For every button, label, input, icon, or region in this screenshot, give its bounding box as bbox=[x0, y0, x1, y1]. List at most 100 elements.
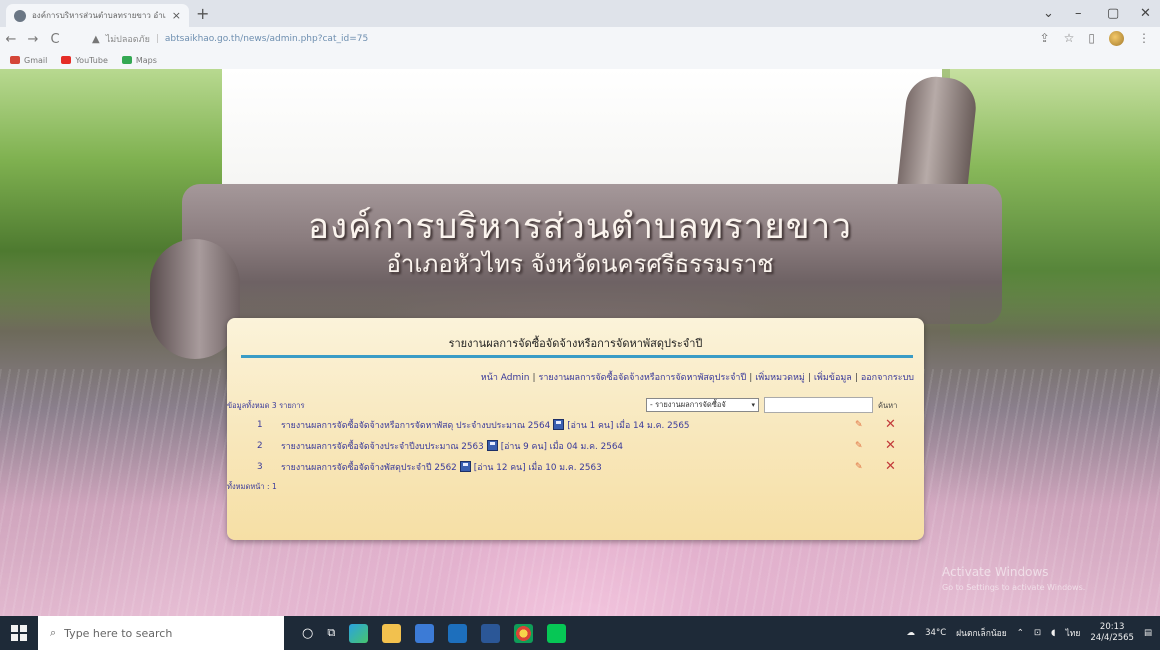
search-button[interactable]: ค้นหา bbox=[878, 400, 897, 412]
clock-date: 24/4/2565 bbox=[1090, 633, 1134, 643]
pagination-text: ทั้งหมดหน้า : 1 bbox=[227, 482, 277, 491]
record-title-link[interactable]: รายงานผลการจัดซื้อจัดจ้างพัสดุประจำปี 25… bbox=[281, 460, 457, 474]
record-count: ข้อมูลทั้งหมด 3 รายการ bbox=[227, 401, 305, 410]
watermark-subtitle: Go to Settings to activate Windows. bbox=[942, 583, 1086, 592]
back-button[interactable]: ← bbox=[0, 32, 22, 47]
search-icon: ⌕ bbox=[50, 626, 57, 639]
edit-icon[interactable]: ✎ bbox=[855, 441, 863, 451]
gmail-icon bbox=[10, 56, 20, 64]
record-meta: [อ่าน 1 คน] เมื่อ 14 ม.ค. 2565 bbox=[567, 420, 690, 431]
row-number: 1 bbox=[257, 419, 263, 430]
heading-divider bbox=[241, 355, 913, 358]
url-text[interactable]: abtsaikhao.go.th/news/admin.php?cat_id=7… bbox=[165, 34, 368, 44]
nav-admin-home[interactable]: หน้า Admin bbox=[481, 373, 530, 383]
save-icon[interactable] bbox=[486, 440, 498, 451]
nav-add-category[interactable]: เพิ่มหมวดหมู่ bbox=[755, 373, 805, 383]
search-input[interactable] bbox=[764, 397, 873, 413]
nav-logout[interactable]: ออกจากระบบ bbox=[861, 373, 914, 383]
pinned-apps: ○ ⧉ bbox=[302, 623, 567, 643]
youtube-icon bbox=[61, 56, 72, 64]
clock[interactable]: 20:13 24/4/2565 bbox=[1090, 622, 1134, 644]
chevron-down-icon: ▾ bbox=[751, 401, 755, 409]
reload-button[interactable]: C bbox=[44, 32, 66, 47]
list-item: 3 รายงานผลการจัดซื้อจัดจ้างพัสดุประจำปี … bbox=[257, 456, 917, 477]
close-tab-icon[interactable]: × bbox=[172, 9, 181, 22]
web-page: องค์การบริหารส่วนตำบลทรายขาว อำเภอหัวไทร… bbox=[0, 69, 1160, 616]
taskbar-search[interactable]: ⌕ Type here to search bbox=[38, 616, 284, 650]
row-number: 3 bbox=[257, 461, 263, 472]
nav-separator: | bbox=[807, 373, 811, 383]
activation-watermark: Activate Windows Go to Settings to activ… bbox=[942, 565, 1085, 595]
bookmark-youtube[interactable]: YouTube bbox=[61, 56, 108, 65]
delete-icon[interactable]: ✕ bbox=[885, 417, 896, 432]
bookmark-maps[interactable]: Maps bbox=[121, 55, 157, 65]
edit-icon[interactable]: ✎ bbox=[855, 462, 863, 472]
browser-tab[interactable]: องค์การบริหารส่วนตำบลทรายขาว อำเภ... × bbox=[6, 4, 189, 27]
row-number: 2 bbox=[257, 440, 263, 451]
cortana-icon[interactable]: ○ bbox=[302, 626, 313, 641]
security-label[interactable]: ไม่ปลอดภัย bbox=[106, 32, 150, 46]
minimize-button[interactable]: – bbox=[1075, 6, 1082, 21]
volume-icon[interactable]: ◖ bbox=[1051, 628, 1055, 638]
side-panel-icon[interactable]: ▯ bbox=[1088, 31, 1095, 46]
nav-report-category[interactable]: รายงานผลการจัดซื้อจัดจ้างหรือการจัดหาพัส… bbox=[539, 373, 747, 383]
task-view-icon[interactable]: ⧉ bbox=[327, 626, 335, 640]
panel-heading: รายงานผลการจัดซื้อจัดจ้างหรือการจัดหาพัส… bbox=[448, 337, 703, 350]
edge-icon[interactable] bbox=[349, 623, 369, 643]
new-tab-button[interactable]: + bbox=[196, 4, 209, 23]
bookmark-label: Maps bbox=[135, 55, 157, 65]
tab-strip: องค์การบริหารส่วนตำบลทรายขาว อำเภ... × +… bbox=[0, 0, 1160, 27]
network-icon[interactable]: ⊡ bbox=[1034, 628, 1041, 638]
tab-search-icon[interactable]: ⌄ bbox=[1043, 6, 1054, 21]
chrome-icon[interactable] bbox=[514, 623, 534, 643]
category-select-value: - รายงานผลการจัดซื้อจั bbox=[650, 400, 726, 409]
star-icon[interactable]: ☆ bbox=[1064, 31, 1075, 46]
share-icon[interactable]: ⇪ bbox=[1040, 31, 1050, 46]
record-meta: [อ่าน 12 คน] เมื่อ 10 ม.ค. 2563 bbox=[473, 462, 602, 473]
clock-time: 20:13 bbox=[1099, 622, 1125, 632]
maps-icon bbox=[121, 56, 132, 64]
taskbar-search-placeholder: Type here to search bbox=[64, 626, 173, 640]
notification-icon[interactable]: ▤ bbox=[1144, 628, 1152, 638]
start-button[interactable] bbox=[0, 616, 38, 650]
list-item: 1 รายงานผลการจัดซื้อจัดจ้างหรือการจัดหาพ… bbox=[257, 414, 917, 435]
browser-toolbar: ← → C ▲ ไม่ปลอดภัย | abtsaikhao.go.th/ne… bbox=[0, 27, 1160, 51]
system-tray: ☁ 34°C ฝนตกเล็กน้อย ⌃ ⊡ ◖ ไทย 20:13 24/4… bbox=[907, 616, 1152, 650]
category-select[interactable]: - รายงานผลการจัดซื้อจั ▾ bbox=[646, 398, 759, 412]
toolbar-actions: ⇪ ☆ ▯ ⋮ bbox=[1040, 31, 1150, 46]
weather-desc[interactable]: ฝนตกเล็กน้อย bbox=[956, 626, 1007, 640]
mail-icon[interactable] bbox=[448, 623, 468, 643]
watermark-title: Activate Windows bbox=[942, 565, 1049, 579]
weather-temp[interactable]: 34°C bbox=[925, 628, 946, 638]
save-icon[interactable] bbox=[459, 461, 471, 472]
word-icon[interactable] bbox=[481, 623, 501, 643]
close-window-button[interactable]: ✕ bbox=[1140, 6, 1151, 21]
bookmark-gmail[interactable]: Gmail bbox=[10, 56, 47, 65]
record-meta: [อ่าน 9 คน] เมื่อ 04 ม.ค. 2564 bbox=[500, 441, 624, 452]
maximize-button[interactable]: ▢ bbox=[1107, 6, 1119, 21]
save-icon[interactable] bbox=[553, 419, 565, 430]
address-bar[interactable]: ▲ ไม่ปลอดภัย | abtsaikhao.go.th/news/adm… bbox=[92, 30, 1042, 48]
admin-panel: รายงานผลการจัดซื้อจัดจ้างหรือการจัดหาพัส… bbox=[227, 318, 924, 540]
profile-avatar[interactable] bbox=[1109, 31, 1124, 46]
warning-icon[interactable]: ▲ bbox=[92, 34, 100, 45]
language-indicator[interactable]: ไทย bbox=[1066, 626, 1081, 640]
forward-button[interactable]: → bbox=[22, 32, 44, 47]
menu-icon[interactable]: ⋮ bbox=[1138, 31, 1150, 46]
delete-icon[interactable]: ✕ bbox=[885, 438, 896, 453]
chevron-up-icon[interactable]: ⌃ bbox=[1017, 628, 1024, 638]
edit-icon[interactable]: ✎ bbox=[855, 420, 863, 430]
bookmarks-bar: Gmail YouTube Maps bbox=[0, 51, 1160, 69]
bookmark-label: YouTube bbox=[75, 55, 108, 65]
delete-icon[interactable]: ✕ bbox=[885, 459, 896, 474]
address-divider: | bbox=[155, 34, 159, 44]
file-explorer-icon[interactable] bbox=[382, 623, 402, 643]
line-icon[interactable] bbox=[547, 623, 567, 643]
windows-taskbar: ⌕ Type here to search ○ ⧉ ☁ 34°C ฝนตกเล็… bbox=[0, 616, 1160, 650]
store-icon[interactable] bbox=[415, 623, 435, 643]
record-title-link[interactable]: รายงานผลการจัดซื้อจัดจ้างหรือการจัดหาพัส… bbox=[281, 418, 550, 432]
nav-add-data[interactable]: เพิ่มข้อมูล bbox=[814, 373, 852, 383]
admin-nav: หน้า Admin | รายงานผลการจัดซื้อจัดจ้างหรือ… bbox=[481, 370, 914, 384]
record-title-link[interactable]: รายงานผลการจัดซื้อจัดจ้างประจำปีงบประมาณ… bbox=[281, 439, 484, 453]
nav-separator: | bbox=[749, 373, 753, 383]
